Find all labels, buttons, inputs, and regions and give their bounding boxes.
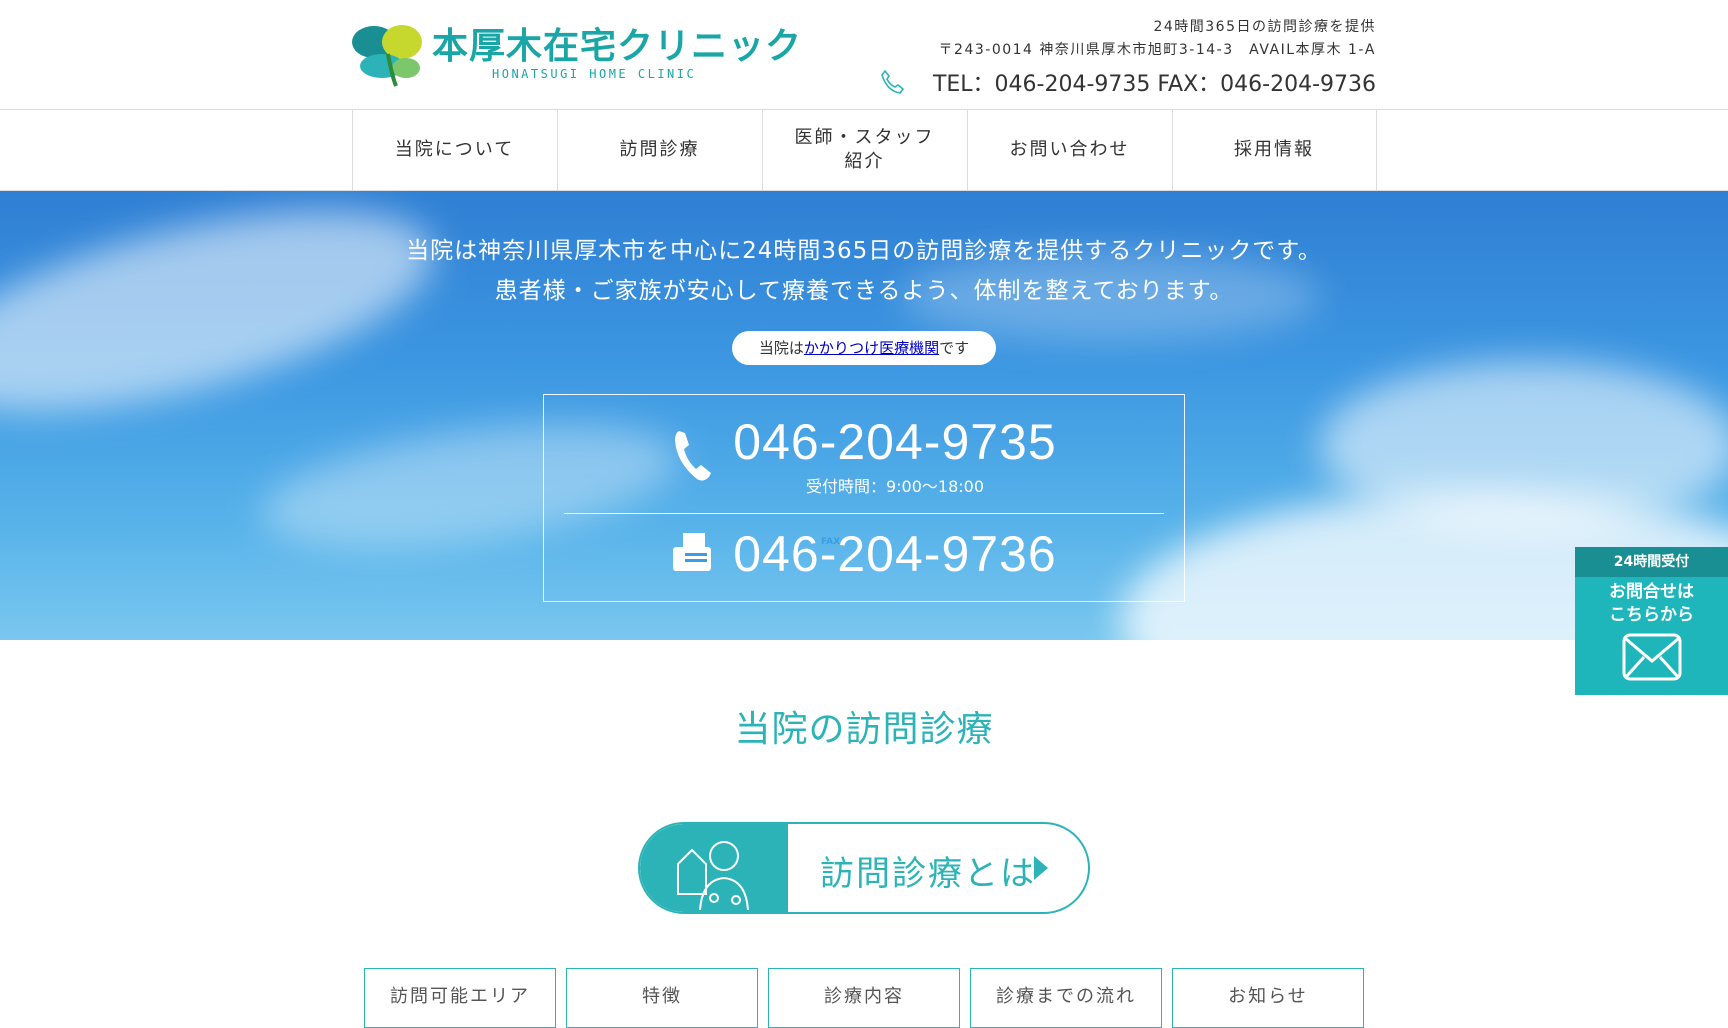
- cta-label: 訪問診療とは: [820, 854, 1036, 894]
- header-tel-fax[interactable]: TEL：046-204-9735 FAX：046-204-9736: [933, 66, 1376, 98]
- logo-name-en: HONATSUGI HOME CLINIC: [492, 67, 697, 81]
- subtab-flow[interactable]: 診療までの流れ: [970, 968, 1162, 1028]
- fax-number: 046-204-9736: [733, 526, 1057, 582]
- subtab-area[interactable]: 訪問可能エリア: [364, 968, 556, 1028]
- subtab-features[interactable]: 特徴: [566, 968, 758, 1028]
- side-button-line1: お問合せは: [1609, 582, 1694, 602]
- subtab-news[interactable]: お知らせ: [1172, 968, 1364, 1028]
- family-doctor-link[interactable]: かかりつけ医療機関: [804, 339, 939, 357]
- side-button-top: 24時間受付: [1575, 547, 1728, 577]
- tel-row[interactable]: 046-204-9735 受付時間：9:00〜18:00: [544, 413, 1184, 497]
- doctor-house-icon: [677, 841, 749, 911]
- phone-icon: [675, 431, 712, 481]
- nav-item-staff-label: 医師・スタッフ紹介: [794, 127, 935, 172]
- fax-badge-text: FAX: [821, 537, 841, 547]
- nav-item-contact[interactable]: お問い合わせ: [966, 110, 1172, 190]
- header-address: 〒243-0014 神奈川県厚木市旭町3-14-3 AVAIL本厚木 1-A: [938, 42, 1376, 58]
- side-button-line2: こちらから: [1609, 605, 1694, 625]
- section-subtabs: 訪問可能エリア 特徴 診療内容 診療までの流れ お知らせ: [364, 968, 1374, 1028]
- cloud-decoration: [1320, 361, 1728, 531]
- header-info: 24時間365日の訪問診療を提供 〒243-0014 神奈川県厚木市旭町3-14…: [879, 16, 1376, 98]
- nav-item-staff[interactable]: 医師・スタッフ紹介: [761, 110, 967, 190]
- nav-item-home-visit[interactable]: 訪問診療: [556, 110, 762, 190]
- badge-prefix: 当院は: [758, 339, 804, 357]
- caret-right-icon: [1034, 856, 1048, 880]
- contact-divider: [564, 513, 1164, 514]
- site-logo[interactable]: 本厚木在宅クリニック HONATSUGI HOME CLINIC: [352, 20, 802, 88]
- logo-leaf-icon: [352, 25, 422, 87]
- nav-item-recruit[interactable]: 採用情報: [1171, 110, 1377, 190]
- about-home-visit-button[interactable]: 訪問診療とは: [638, 822, 1090, 914]
- hero-banner: 当院は神奈川県厚木市を中心に24時間365日の訪問診療を提供するクリニックです。…: [0, 191, 1728, 640]
- hero-lead-line2: 患者様・ご家族が安心して療養できるよう、体制を整えております。: [494, 278, 1234, 304]
- nav-item-about[interactable]: 当院について: [351, 110, 557, 190]
- tel-hours: 受付時間：9:00〜18:00: [805, 477, 985, 496]
- logo-name-ja: 本厚木在宅クリニック: [432, 26, 803, 67]
- mail-icon: [1622, 633, 1681, 681]
- hero-lead-line1: 当院は神奈川県厚木市を中心に24時間365日の訪問診療を提供するクリニックです。: [406, 238, 1322, 264]
- subtab-services[interactable]: 診療内容: [768, 968, 960, 1028]
- site-header: 本厚木在宅クリニック HONATSUGI HOME CLINIC 24時間365…: [0, 0, 1728, 110]
- badge-suffix: です: [939, 339, 970, 357]
- phone-icon: [881, 69, 905, 94]
- cta-icon-area: [640, 824, 788, 912]
- contact-box: 046-204-9735 受付時間：9:00〜18:00 FAX 046-204…: [543, 394, 1185, 602]
- section-title: 当院の訪問診療: [734, 709, 994, 750]
- fax-icon: [673, 533, 712, 571]
- header-tagline: 24時間365日の訪問診療を提供: [1153, 19, 1376, 35]
- family-doctor-badge: 当院はかかりつけ医療機関です: [732, 331, 996, 365]
- tel-number[interactable]: 046-204-9735: [733, 413, 1056, 471]
- hero-lead: 当院は神奈川県厚木市を中心に24時間365日の訪問診療を提供するクリニックです。…: [0, 231, 1728, 311]
- fax-row: FAX 046-204-9736: [544, 525, 1184, 583]
- global-nav: 当院について 訪問診療 医師・スタッフ紹介 お問い合わせ 採用情報: [0, 110, 1728, 191]
- floating-contact-button[interactable]: 24時間受付 お問合せは こちらから: [1575, 547, 1728, 695]
